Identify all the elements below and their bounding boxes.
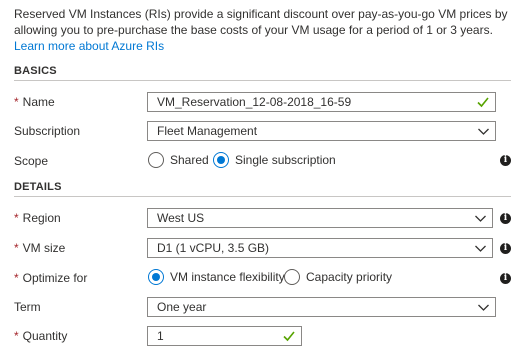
required-marker: * [14, 211, 19, 225]
quantity-label: * Quantity [14, 329, 68, 343]
optimize-option-capacity-priority[interactable]: Capacity priority [284, 269, 392, 285]
vm-size-info-icon[interactable]: i [500, 243, 511, 254]
scope-info-icon[interactable]: i [500, 155, 511, 166]
required-marker: * [14, 95, 19, 109]
radio-circle [148, 152, 164, 168]
valid-check-icon [477, 97, 489, 108]
section-basics: BASICS [14, 65, 57, 77]
required-marker: * [14, 271, 19, 285]
name-label: * Name [14, 95, 55, 109]
section-divider [14, 196, 511, 197]
region-dropdown[interactable]: West US [147, 208, 493, 228]
chevron-down-icon [475, 215, 486, 222]
subscription-dropdown[interactable]: Fleet Management [147, 121, 496, 141]
section-divider [14, 80, 511, 81]
radio-circle-selected [213, 152, 229, 168]
region-info-icon[interactable]: i [500, 213, 511, 224]
scope-label: Scope [14, 154, 49, 168]
radio-circle [284, 269, 300, 285]
intro-text: Reserved VM Instances (RIs) provide a si… [14, 7, 508, 53]
scope-option-shared[interactable]: Shared [148, 152, 209, 168]
scope-option-single-subscription[interactable]: Single subscription [213, 152, 336, 168]
subscription-label: Subscription [14, 124, 81, 138]
term-label: Term [14, 300, 41, 314]
region-label: * Region [14, 211, 61, 225]
vm-size-label: * VM size [14, 241, 66, 255]
chevron-down-icon [478, 304, 489, 311]
chevron-down-icon [478, 128, 489, 135]
name-input[interactable]: VM_Reservation_12-08-2018_16-59 [147, 92, 496, 112]
learn-more-link[interactable]: Learn more about Azure RIs [14, 39, 164, 53]
optimize-for-label: * Optimize for [14, 271, 88, 285]
optimize-option-vm-instance-flexibility[interactable]: VM instance flexibility [148, 269, 285, 285]
radio-circle-selected [148, 269, 164, 285]
valid-check-icon [283, 331, 295, 342]
required-marker: * [14, 241, 19, 255]
chevron-down-icon [475, 245, 486, 252]
vm-size-dropdown[interactable]: D1 (1 vCPU, 3.5 GB) [147, 238, 493, 258]
optimize-info-icon[interactable]: i [500, 273, 511, 284]
required-marker: * [14, 329, 19, 343]
term-dropdown[interactable]: One year [147, 297, 496, 317]
section-details: DETAILS [14, 181, 62, 193]
quantity-input[interactable]: 1 [147, 326, 302, 346]
